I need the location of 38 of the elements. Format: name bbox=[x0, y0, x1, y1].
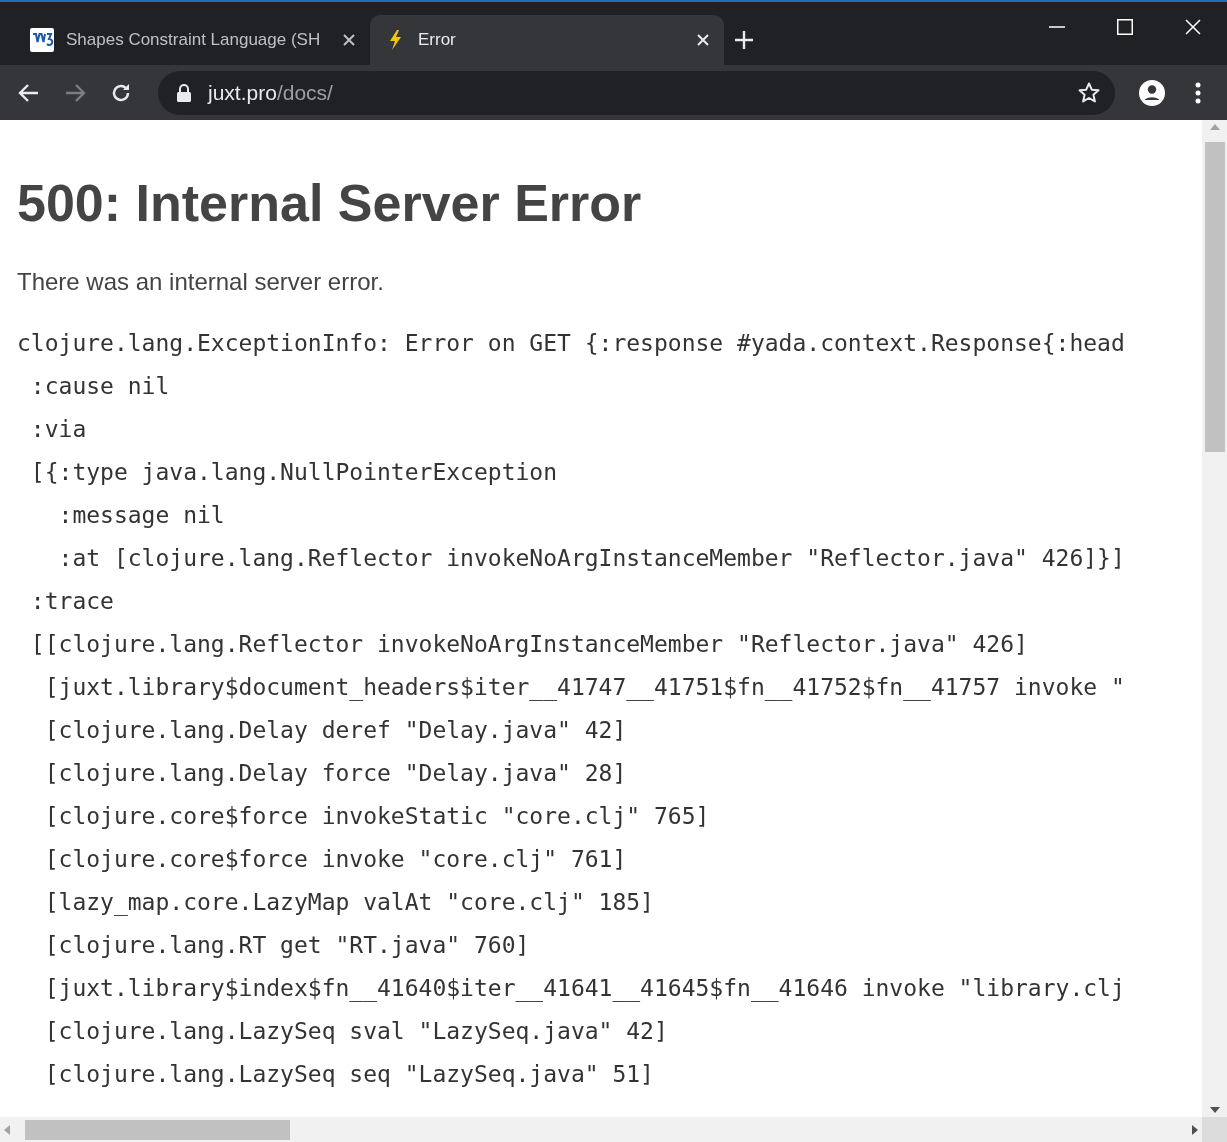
stack-trace-line: [clojure.lang.RT get "RT.java" 760] bbox=[43, 931, 531, 961]
address-bar[interactable]: juxt.pro/docs/ bbox=[158, 70, 1115, 115]
close-icon[interactable] bbox=[342, 33, 356, 47]
stack-trace-line: [[clojure.lang.Reflector invokeNoArgInstanceMember "Reflector.java" 426] bbox=[29, 630, 1029, 660]
stack-trace-line: :message nil bbox=[57, 501, 226, 531]
star-icon[interactable] bbox=[1077, 80, 1101, 105]
stack-trace-line: :via bbox=[29, 415, 88, 445]
menu-icon[interactable] bbox=[1195, 81, 1201, 104]
stack-trace-line: [clojure.lang.Delay deref "Delay.java" 42] bbox=[43, 716, 628, 746]
stack-trace-line: [clojure.lang.LazySeq seq "LazySeq.java" 51] bbox=[43, 1060, 655, 1090]
stack-trace-line: [{:type java.lang.NullPointerException bbox=[29, 458, 559, 488]
stack-trace-line: [lazy_map.core.LazyMap valAt "core.clj" 185] bbox=[43, 888, 655, 918]
stack-trace-line: :cause nil bbox=[29, 372, 171, 402]
scrollbar-thumb[interactable] bbox=[1204, 142, 1225, 452]
scrollbar-corner bbox=[1202, 1117, 1227, 1142]
scroll-down-icon[interactable] bbox=[1209, 1107, 1220, 1113]
plus-icon[interactable] bbox=[734, 30, 754, 50]
vertical-scrollbar[interactable] bbox=[1202, 120, 1227, 1117]
browser-tab[interactable]: Shapes Constraint Language (SH bbox=[16, 15, 370, 65]
horizontal-scrollbar[interactable] bbox=[0, 1117, 1202, 1142]
stack-trace-line: [clojure.lang.LazySeq sval "LazySeq.java" 42] bbox=[43, 1017, 669, 1047]
w3c-logo-icon bbox=[30, 28, 54, 52]
account-icon[interactable] bbox=[1138, 78, 1166, 107]
stack-trace-line: [juxt.library$document_headers$iter__41747__41751$fn__41752$fn__41757 invoke " bbox=[43, 673, 1126, 703]
scrollbar-thumb[interactable] bbox=[25, 1119, 290, 1140]
stack-trace-line: clojure.lang.ExceptionInfo: Error on GET {:response #yada.context.Response{:head bbox=[17, 329, 1126, 359]
error-message: There was an internal server error. bbox=[17, 267, 385, 298]
browser-tab[interactable]: Error bbox=[370, 15, 724, 65]
stack-trace-line: :trace bbox=[29, 587, 115, 617]
stack-trace-line: [clojure.lang.Delay force "Delay.java" 28] bbox=[43, 759, 628, 789]
lock-icon bbox=[176, 83, 192, 102]
stack-trace-line: :at [clojure.lang.Reflector invokeNoArgInstanceMember "Reflector.java" 426]}] bbox=[57, 544, 1126, 574]
stack-trace-line: [clojure.core$force invokeStatic "core.clj" 765] bbox=[43, 802, 711, 832]
stack-trace-line: [juxt.library$index$fn__41640$iter__41641__41645$fn__41646 invoke "library.clj bbox=[43, 974, 1126, 1004]
maximize-icon[interactable] bbox=[1117, 19, 1133, 35]
scroll-right-icon[interactable] bbox=[1192, 1124, 1198, 1135]
error-heading: 500: Internal Server Error bbox=[17, 173, 643, 234]
stack-trace-line: [clojure.core$force invoke "core.clj" 761] bbox=[43, 845, 628, 875]
